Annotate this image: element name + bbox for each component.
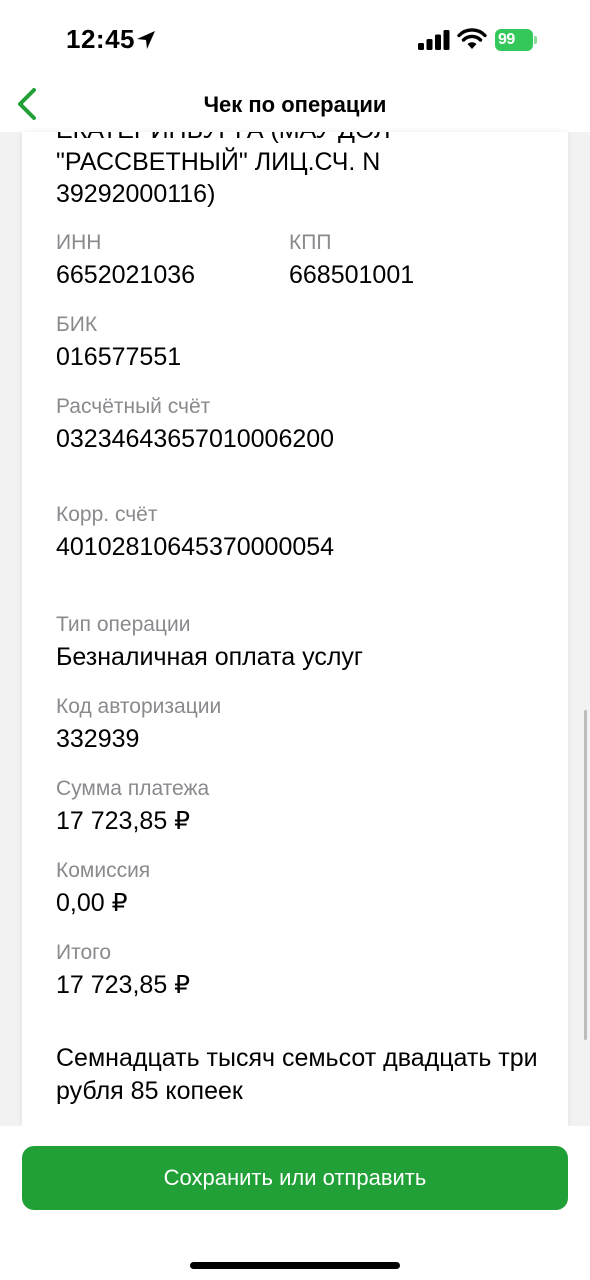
signal-icon [418,30,450,50]
auth-code-field: Код авторизации 332939 [56,694,221,756]
status-bar: 12:45 99 [0,0,590,80]
total-field: Итого 17 723,85 ₽ [56,940,190,1002]
commission-label: Комиссия [56,859,151,882]
amount-in-words: Семнадцать тысяч семьсот двадцать три ру… [56,1044,538,1105]
save-or-send-button[interactable]: Сохранить или отправить [22,1146,568,1210]
inn-value[interactable]: 6652021036 [56,258,195,292]
operation-type-field: Тип операции Безналичная оплата услуг [56,612,363,674]
bik-label: БИК [56,313,98,336]
scrollbar[interactable] [584,710,587,1040]
commission-field: Комиссия 0,00 ₽ [56,858,150,920]
account-field: Расчётный счёт 03234643657010006200 [56,394,334,456]
kpp-label: КПП [289,231,332,254]
payment-sum-field: Сумма платежа 17 723,85 ₽ [56,776,209,838]
total-value[interactable]: 17 723,85 ₽ [56,968,190,1002]
payment-sum-label: Сумма платежа [56,777,210,800]
receipt-screen: 12:45 99 Чек по операции "РАССВЕТНЫЙ" ЛИ… [0,0,590,1280]
recipient-line: "РАССВЕТНЫЙ" ЛИЦ.СЧ. N [56,148,381,176]
home-indicator[interactable] [190,1262,400,1269]
corr-account-label: Корр. счёт [56,503,158,526]
battery-icon: 99 [495,29,537,51]
kpp-field: КПП 668501001 [289,230,414,292]
status-time: 12:45 [66,24,135,54]
account-value[interactable]: 03234643657010006200 [56,422,334,456]
corr-account-value[interactable]: 40102810645370000054 [56,530,334,564]
operation-type-value[interactable]: Безналичная оплата услуг [56,640,363,674]
account-label: Расчётный счёт [56,395,211,418]
auth-code-label: Код авторизации [56,695,222,718]
bik-value[interactable]: 016577551 [56,340,181,374]
inn-label: ИНН [56,231,102,254]
inn-field: ИНН 6652021036 [56,230,195,292]
total-label: Итого [56,941,112,964]
kpp-value[interactable]: 668501001 [289,258,414,292]
battery-level: 99 [495,29,533,51]
recipient-name: ЕКАТЕРИНБУРГА (МАУ ДОЛ "РАССВЕТНЫЙ" ЛИЦ.… [56,132,391,210]
receipt-card[interactable]: ЕКАТЕРИНБУРГА (МАУ ДОЛ "РАССВЕТНЫЙ" ЛИЦ.… [22,132,568,1126]
location-arrow-icon [137,31,155,49]
recipient-line: 39292000116) [56,180,216,208]
page-title: Чек по операции [203,92,387,117]
recipient-line: ЕКАТЕРИНБУРГА (МАУ ДОЛ [56,132,391,146]
bottom-action-area: Сохранить или отправить [0,1126,590,1280]
wifi-icon [457,28,487,49]
battery-tip [534,36,537,44]
payment-sum-value[interactable]: 17 723,85 ₽ [56,804,209,838]
auth-code-value[interactable]: 332939 [56,722,221,756]
bik-field: БИК 016577551 [56,312,181,374]
corr-account-field: Корр. счёт 40102810645370000054 [56,502,334,564]
commission-value[interactable]: 0,00 ₽ [56,886,150,920]
navigation-bar: Чек по операции [0,80,590,132]
operation-type-label: Тип операции [56,613,191,636]
